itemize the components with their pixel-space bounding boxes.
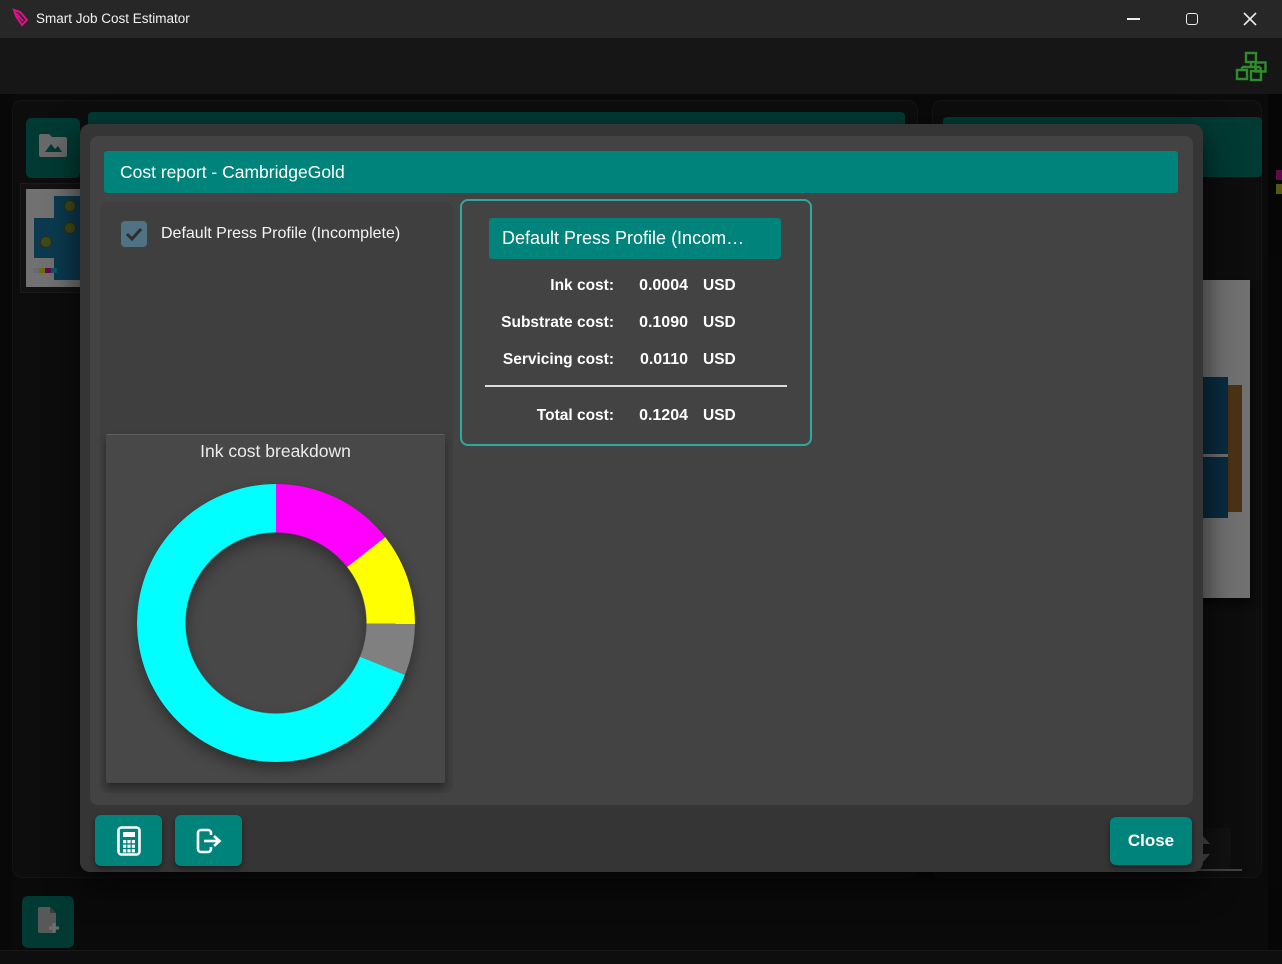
substrate-cost-label: Substrate cost: [462,314,614,332]
profile-checkbox-row[interactable]: Default Press Profile (Incomplete) [121,221,400,247]
ink-cost-value: 0.0004 [614,277,688,295]
title-bar: Smart Job Cost Estimator [0,0,1282,38]
profile-selection-panel: Default Press Profile (Incomplete) Ink c… [100,202,453,793]
ink-cost-label: Ink cost: [462,277,614,295]
network-hierarchy-icon[interactable] [1234,50,1268,84]
donut-chart [137,484,415,762]
cost-row-total: Total cost: 0.1204 USD [462,397,810,434]
profile-checkbox-label: Default Press Profile (Incomplete) [161,225,400,243]
maximize-button[interactable] [1169,0,1215,38]
export-report-button[interactable] [175,815,242,866]
profile-checkbox[interactable] [121,221,147,247]
dialog-content: Cost report - CambridgeGold Default Pres… [90,136,1193,805]
menu-bar [0,38,1282,94]
maximize-icon [1186,13,1198,25]
total-cost-value: 0.1204 [614,407,688,425]
ink-cost-currency: USD [688,277,772,295]
export-icon [194,827,224,855]
chart-title: Ink cost breakdown [106,441,445,462]
close-window-icon [1243,12,1257,26]
substrate-cost-currency: USD [688,314,772,332]
cost-row-substrate: Substrate cost: 0.1090 USD [462,304,810,341]
cost-panel-header: Default Press Profile (Incom… [489,218,781,259]
donut-chart-ring [137,484,415,762]
app-window: File Help Smart Job Cost Estimator [0,0,1282,964]
total-cost-currency: USD [688,407,772,425]
close-button-label: Close [1128,831,1174,851]
servicing-cost-label: Servicing cost: [462,351,614,369]
minimize-icon [1127,18,1140,20]
substrate-cost-value: 0.1090 [614,314,688,332]
ink-breakdown-chart-panel: Ink cost breakdown [106,434,445,783]
window-title: Smart Job Cost Estimator [36,0,190,38]
close-button[interactable]: Close [1110,817,1192,865]
dialog-title: Cost report - CambridgeGold [104,151,1178,193]
close-window-button[interactable] [1227,0,1273,38]
app-logo-icon [10,8,30,28]
total-cost-label: Total cost: [462,407,614,425]
servicing-cost-currency: USD [688,351,772,369]
cost-rows: Ink cost: 0.0004 USD Substrate cost: 0.1… [462,267,810,378]
cost-summary-panel: Default Press Profile (Incom… Ink cost: … [460,199,812,446]
checkmark-icon [125,227,143,241]
minimize-button[interactable] [1110,0,1156,38]
servicing-cost-value: 0.0110 [614,351,688,369]
cost-report-dialog: Cost report - CambridgeGold Default Pres… [80,124,1203,872]
total-divider [485,385,787,387]
calculator-icon [117,826,141,856]
cost-row-servicing: Servicing cost: 0.0110 USD [462,341,810,378]
cost-row-ink: Ink cost: 0.0004 USD [462,267,810,304]
recalculate-button[interactable] [95,815,162,866]
